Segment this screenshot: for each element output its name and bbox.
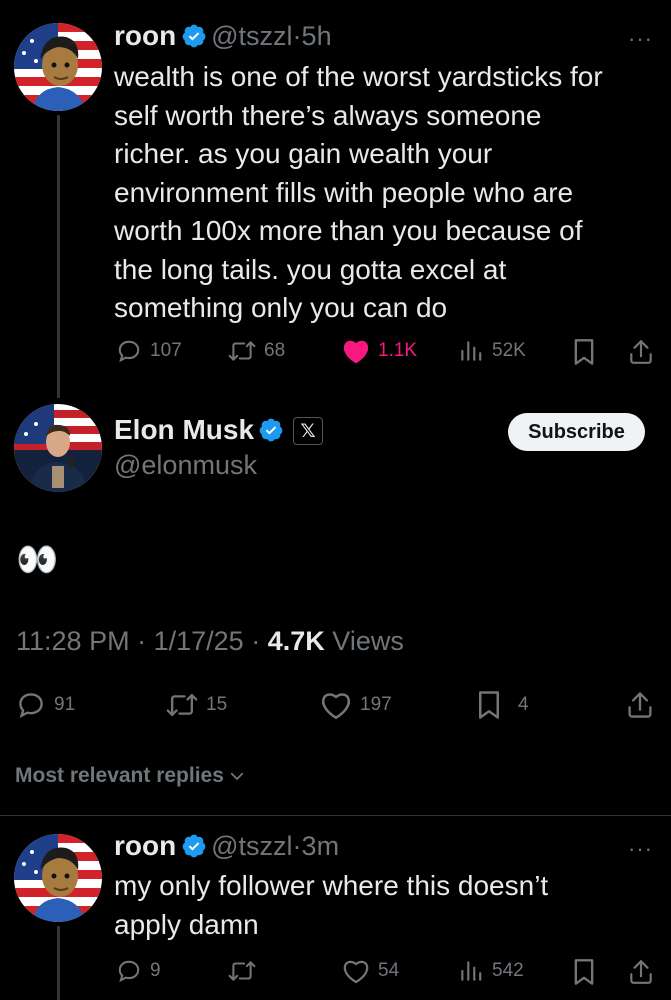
author-name[interactable]: Elon Musk <box>114 414 254 445</box>
share-icon <box>630 340 652 364</box>
separator-dot: · <box>292 21 302 51</box>
retweet-button[interactable]: 68 <box>228 338 285 364</box>
reply-icon <box>118 960 140 983</box>
retweet-count: 15 <box>206 694 228 715</box>
views-button[interactable]: 52K <box>458 338 526 364</box>
reply-count: 107 <box>150 340 182 361</box>
reply-icon <box>118 340 140 363</box>
retweet-button[interactable]: 15 <box>166 690 227 720</box>
like-count: 1.1K <box>378 340 418 361</box>
reply-icon <box>19 693 43 718</box>
tweet-text-line: the long tails. you gotta excel at <box>114 253 507 285</box>
reply-count: 91 <box>54 694 76 715</box>
bookmark-icon <box>574 959 594 985</box>
views-button[interactable]: 542 <box>458 958 524 984</box>
view-count: 52K <box>492 340 526 361</box>
heart-icon <box>322 693 350 720</box>
tweet-date[interactable]: 1/17/25 <box>154 626 244 656</box>
retweet-icon <box>228 961 256 981</box>
chevron-down-icon <box>230 772 244 780</box>
tweet-text: 👀 <box>16 541 59 579</box>
reply-button[interactable]: 9 <box>116 958 161 984</box>
tweet-time[interactable]: 5h <box>302 21 332 51</box>
tweet-header: roon @tszzl·5h <box>114 20 332 52</box>
avatar-image <box>14 404 102 492</box>
tweet-text-line: apply damn <box>114 908 259 940</box>
replies-sort-label: Most relevant replies <box>15 764 224 787</box>
more-options-icon[interactable]: ··· <box>628 836 653 862</box>
replies-sort-dropdown[interactable]: Most relevant replies <box>15 764 246 788</box>
tweet-text-line: self worth there’s always someone <box>114 99 542 131</box>
reply-button[interactable]: 91 <box>16 690 75 720</box>
tweet-time[interactable]: 11:28 PM <box>16 626 130 656</box>
divider <box>0 815 671 816</box>
retweet-icon <box>228 341 256 361</box>
verified-badge-icon <box>260 418 283 442</box>
tweet-text-line: environment fills with people who are <box>114 176 574 208</box>
thread-line <box>57 926 60 1000</box>
share-button[interactable] <box>628 338 654 366</box>
reply-count: 9 <box>150 960 161 981</box>
tweet-text-line: something only you can do <box>114 292 448 323</box>
more-options-icon[interactable]: ··· <box>628 26 653 52</box>
verified-badge-icon <box>182 24 206 48</box>
separator-dot: · <box>137 626 147 656</box>
view-count: 542 <box>492 960 524 981</box>
retweet-count: 68 <box>264 340 286 361</box>
share-icon <box>630 960 652 984</box>
tweet-text-line: worth 100x more than you because of <box>114 215 583 246</box>
author-row: Elon Musk <box>114 414 284 446</box>
views-label: Views <box>332 626 404 656</box>
author-name[interactable]: roon <box>114 830 176 861</box>
tweet-text: wealth is one of the worst yardsticks fo… <box>114 58 659 328</box>
tweet-header: roon @tszzl·3m <box>114 830 339 862</box>
tweet-text-line: wealth is one of the worst yardsticks fo… <box>114 61 603 92</box>
share-button[interactable] <box>626 690 654 720</box>
like-button[interactable]: 197 <box>320 690 392 720</box>
author-handle[interactable]: @elonmusk <box>114 450 257 481</box>
like-count: 197 <box>360 694 392 715</box>
subscribe-button[interactable]: Subscribe <box>508 413 645 451</box>
views-chart-icon <box>461 961 482 981</box>
tweet-meta: 11:28 PM · 1/17/25 · 4.7K Views <box>16 626 404 657</box>
verified-badge-icon <box>182 834 206 858</box>
reply-button[interactable]: 107 <box>116 338 182 364</box>
avatar-roon[interactable] <box>14 23 102 111</box>
share-button[interactable] <box>628 958 654 986</box>
tweet-text: my only follower where this doesn’t appl… <box>114 867 659 944</box>
avatar-image <box>14 834 102 922</box>
avatar-roon[interactable] <box>14 834 102 922</box>
tweet-text-line: richer. as you gain wealth your <box>114 138 493 169</box>
separator-dot: · <box>251 626 261 656</box>
author-handle[interactable]: @tszzl <box>211 831 292 861</box>
bookmark-button[interactable] <box>572 958 596 986</box>
separator-dot: · <box>292 831 302 861</box>
share-icon <box>628 692 652 718</box>
bookmark-button[interactable]: 4 <box>476 690 529 720</box>
tweet-time[interactable]: 3m <box>302 831 340 861</box>
bookmark-icon <box>479 691 499 719</box>
retweet-icon <box>166 693 198 717</box>
author-name[interactable]: roon <box>114 20 176 51</box>
views-chart-icon <box>461 341 482 361</box>
like-button[interactable]: 1.1K <box>342 338 417 364</box>
like-count: 54 <box>378 960 400 981</box>
avatar-elonmusk[interactable] <box>14 404 102 492</box>
heart-icon <box>343 960 369 984</box>
heart-filled-icon <box>343 340 369 364</box>
author-handle[interactable]: @tszzl <box>211 21 292 51</box>
avatar-image <box>14 23 102 111</box>
retweet-button[interactable] <box>228 958 256 984</box>
x-affiliation-badge-icon[interactable]: 𝕏 <box>293 417 323 445</box>
thread-line <box>57 115 60 398</box>
tweet-text-line: my only follower where this doesn’t <box>114 870 549 901</box>
bookmark-button[interactable] <box>572 338 596 366</box>
bookmark-count: 4 <box>518 694 529 715</box>
like-button[interactable]: 54 <box>342 958 399 984</box>
views-count: 4.7K <box>267 626 325 656</box>
bookmark-icon <box>574 339 594 365</box>
